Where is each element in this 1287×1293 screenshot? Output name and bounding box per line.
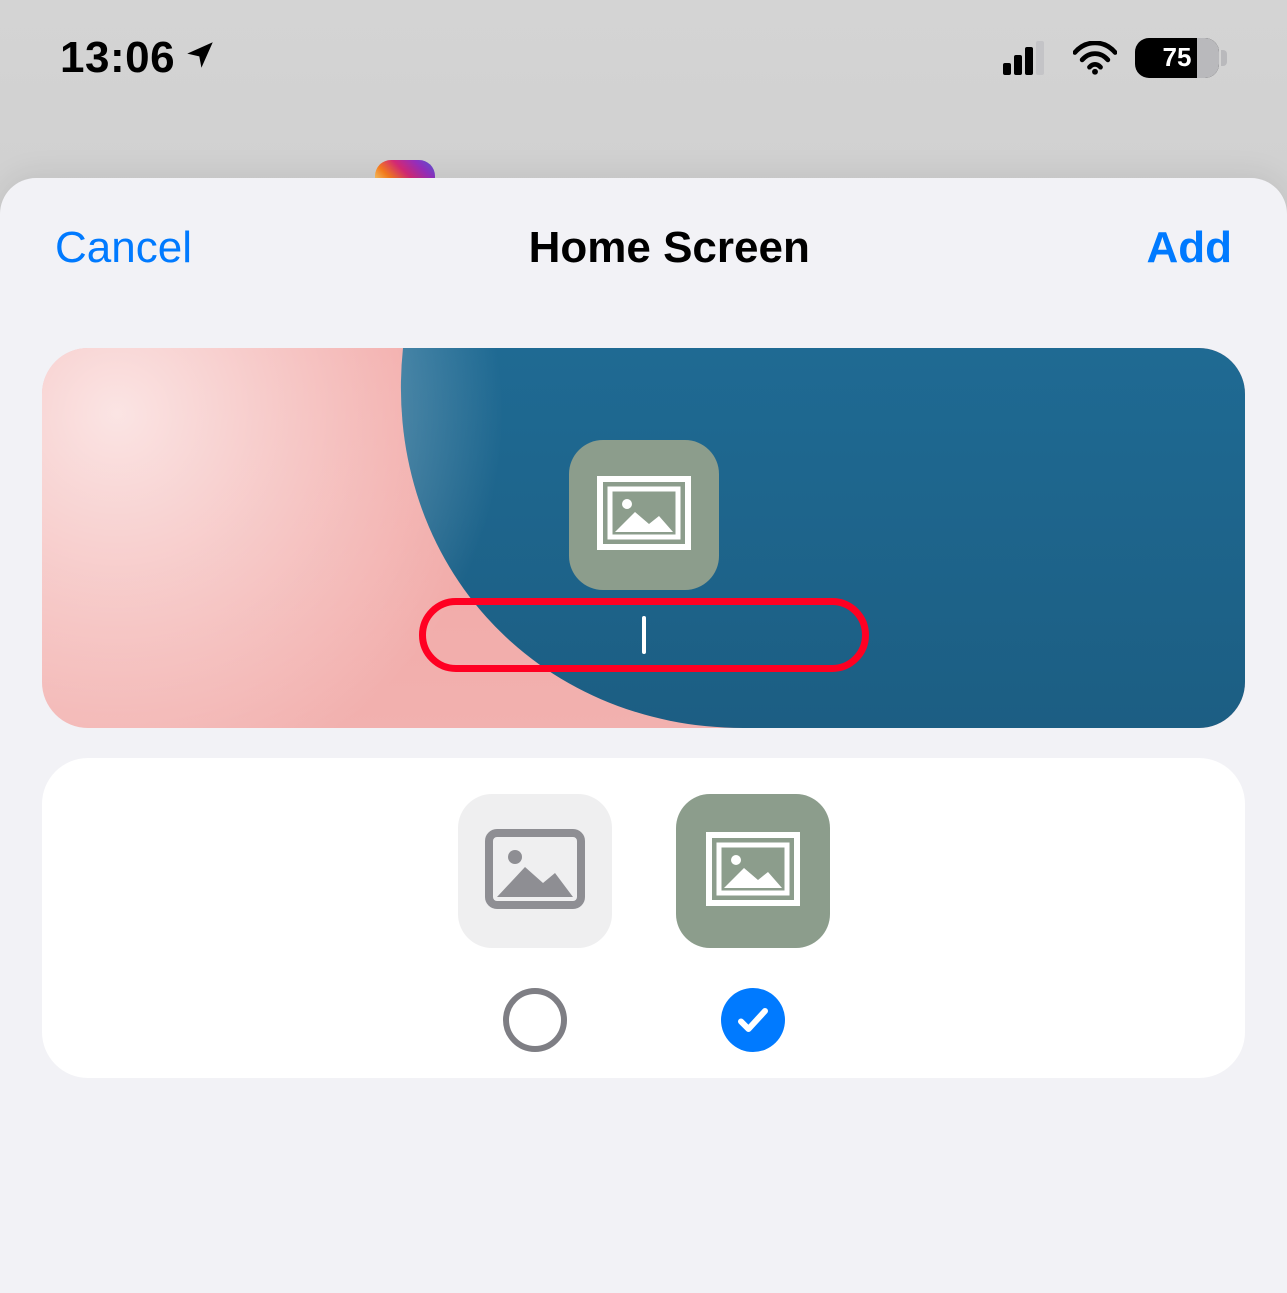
cellular-icon xyxy=(1003,41,1055,75)
sheet-navbar: Cancel Home Screen Add xyxy=(0,178,1287,318)
icon-name-input[interactable] xyxy=(419,598,869,672)
add-to-home-sheet: Cancel Home Screen Add xyxy=(0,178,1287,1293)
battery-percent: 75 xyxy=(1163,42,1192,73)
cancel-button[interactable]: Cancel xyxy=(55,223,192,273)
icon-option-photo[interactable] xyxy=(458,794,612,1078)
location-icon xyxy=(183,33,217,83)
picture-icon xyxy=(597,476,691,555)
sheet-title: Home Screen xyxy=(529,223,810,273)
add-button[interactable]: Add xyxy=(1146,223,1232,273)
wifi-icon xyxy=(1073,41,1117,75)
radio-selected[interactable] xyxy=(721,988,785,1052)
picture-icon xyxy=(706,832,800,911)
text-caret xyxy=(642,616,646,654)
status-time: 13:06 xyxy=(60,33,175,83)
icon-option-default[interactable] xyxy=(676,794,830,1078)
home-screen-preview xyxy=(42,348,1245,728)
status-bar: 13:06 75 xyxy=(0,0,1287,115)
default-tile xyxy=(676,794,830,948)
photo-tile xyxy=(458,794,612,948)
icon-options-card xyxy=(42,758,1245,1078)
home-screen-icon-preview xyxy=(569,440,719,590)
battery-icon: 75 xyxy=(1135,38,1227,78)
radio-unselected[interactable] xyxy=(503,988,567,1052)
photo-icon xyxy=(485,829,585,914)
